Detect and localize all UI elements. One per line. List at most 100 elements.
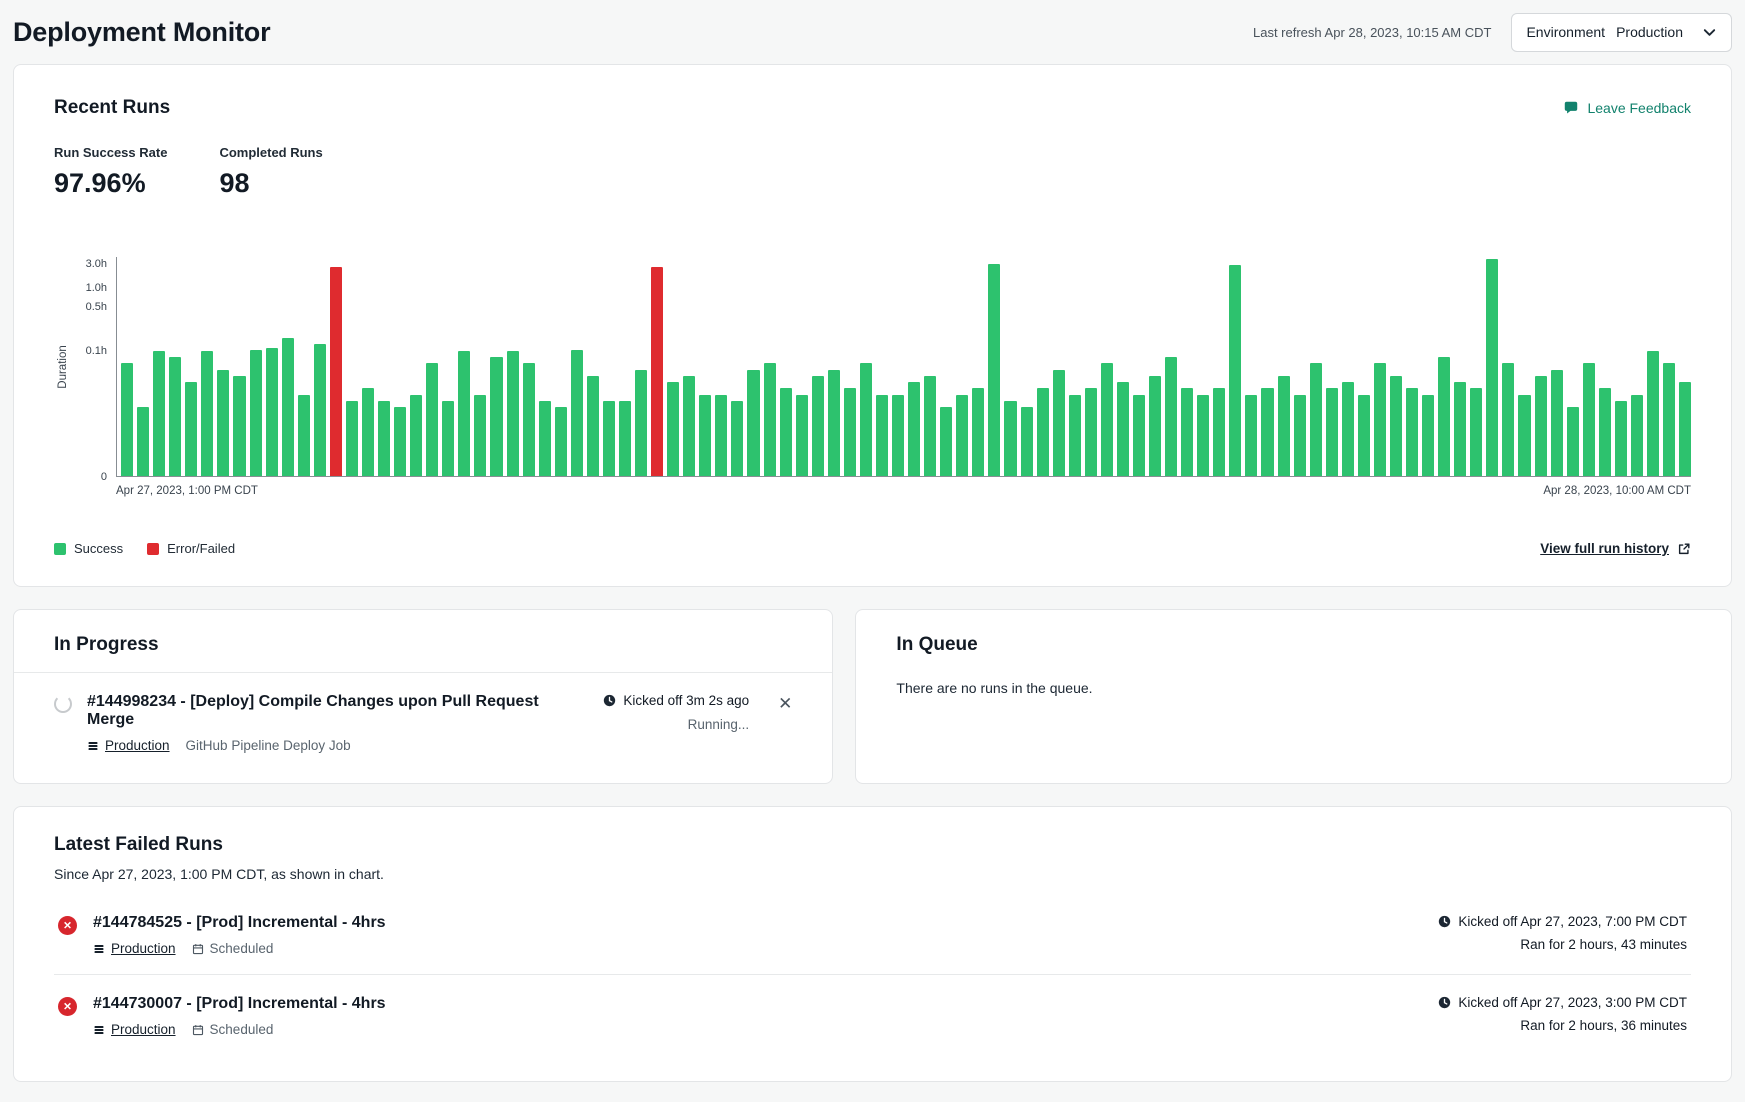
environment-link[interactable]: Production [87,738,170,753]
run-bar[interactable] [587,376,599,476]
run-bar[interactable] [1133,395,1145,476]
run-bar[interactable] [619,401,631,476]
run-bar[interactable] [201,351,213,476]
run-bar[interactable] [1053,370,1065,476]
run-bar[interactable] [812,376,824,476]
run-bar[interactable] [1502,363,1514,476]
environment-dropdown[interactable]: Environment Production [1511,13,1732,52]
run-bar[interactable] [394,407,406,476]
run-bar[interactable] [731,401,743,476]
run-bar[interactable] [1518,395,1530,476]
run-bar[interactable] [1101,363,1113,476]
run-bar[interactable] [298,395,310,476]
run-bar[interactable] [458,351,470,476]
run-bar[interactable] [314,344,326,476]
run-bar[interactable] [1454,382,1466,476]
run-bar[interactable] [1149,376,1161,476]
run-bar[interactable] [651,267,663,476]
run-bar[interactable] [603,401,615,476]
run-bar[interactable] [908,382,920,476]
run-bar[interactable] [940,407,952,476]
run-bar[interactable] [1342,382,1354,476]
run-bar[interactable] [250,350,262,476]
run-bar[interactable] [699,395,711,476]
run-bar[interactable] [860,363,872,476]
run-bar[interactable] [474,395,486,476]
view-full-run-history-link[interactable]: View full run history [1540,541,1691,556]
run-bar[interactable] [1486,259,1498,476]
run-bar[interactable] [217,370,229,476]
run-bar[interactable] [1390,376,1402,476]
run-bar[interactable] [667,382,679,476]
run-bar[interactable] [282,338,294,476]
run-bar[interactable] [1599,388,1611,476]
run-bar[interactable] [1647,351,1659,476]
run-bar[interactable] [1358,395,1370,476]
run-bar[interactable] [555,407,567,476]
run-bar[interactable] [185,382,197,476]
run-bar[interactable] [523,363,535,476]
run-bar[interactable] [747,370,759,476]
run-bar[interactable] [1406,388,1418,476]
run-bar[interactable] [635,370,647,476]
run-bar[interactable] [844,388,856,476]
run-bar[interactable] [924,376,936,476]
run-bar[interactable] [266,348,278,476]
run-bar[interactable] [1294,395,1306,476]
run-bar[interactable] [137,407,149,476]
run-bar[interactable] [1567,407,1579,476]
run-bar[interactable] [796,395,808,476]
run-bar[interactable] [1535,376,1547,476]
run-bar[interactable] [892,395,904,476]
run-bar[interactable] [1245,395,1257,476]
run-bar[interactable] [410,395,422,476]
run-bar[interactable] [346,401,358,476]
run-bar[interactable] [121,363,133,476]
run-bar[interactable] [1422,395,1434,476]
run-bar[interactable] [490,357,502,476]
run-bar[interactable] [1165,357,1177,476]
run-bar[interactable] [683,376,695,476]
run-bar[interactable] [1229,265,1241,476]
run-bar[interactable] [1069,395,1081,476]
run-bar[interactable] [1583,363,1595,476]
run-bar[interactable] [1004,401,1016,476]
run-bar[interactable] [1438,357,1450,476]
run-bar[interactable] [1631,395,1643,476]
run-bar[interactable] [1679,382,1691,476]
run-bar[interactable] [378,401,390,476]
run-bar[interactable] [571,350,583,476]
run-bar[interactable] [1117,382,1129,476]
environment-link[interactable]: Production [93,1022,176,1037]
run-bar[interactable] [828,370,840,476]
run-bar[interactable] [780,388,792,476]
run-bar[interactable] [972,388,984,476]
run-bar[interactable] [1615,401,1627,476]
run-bar[interactable] [956,395,968,476]
run-bar[interactable] [426,363,438,476]
leave-feedback-link[interactable]: Leave Feedback [1563,100,1691,116]
run-bar[interactable] [1181,388,1193,476]
run-bar[interactable] [1197,395,1209,476]
run-bar[interactable] [1374,363,1386,476]
run-bar[interactable] [1261,388,1273,476]
run-bar[interactable] [507,351,519,476]
run-bar[interactable] [362,388,374,476]
run-bar[interactable] [169,357,181,476]
close-icon[interactable]: ✕ [778,693,792,712]
run-bar[interactable] [1278,376,1290,476]
run-bar[interactable] [442,401,454,476]
run-bar[interactable] [715,395,727,476]
run-bar[interactable] [233,376,245,476]
run-bar[interactable] [1213,388,1225,476]
environment-link[interactable]: Production [93,941,176,956]
run-bar[interactable] [1326,388,1338,476]
run-bar[interactable] [1470,388,1482,476]
run-bar[interactable] [153,351,165,476]
run-bar[interactable] [876,395,888,476]
run-bar[interactable] [1085,388,1097,476]
run-bar[interactable] [1663,363,1675,476]
run-bar[interactable] [1037,388,1049,476]
run-bar[interactable] [1310,363,1322,476]
run-bar[interactable] [988,264,1000,476]
